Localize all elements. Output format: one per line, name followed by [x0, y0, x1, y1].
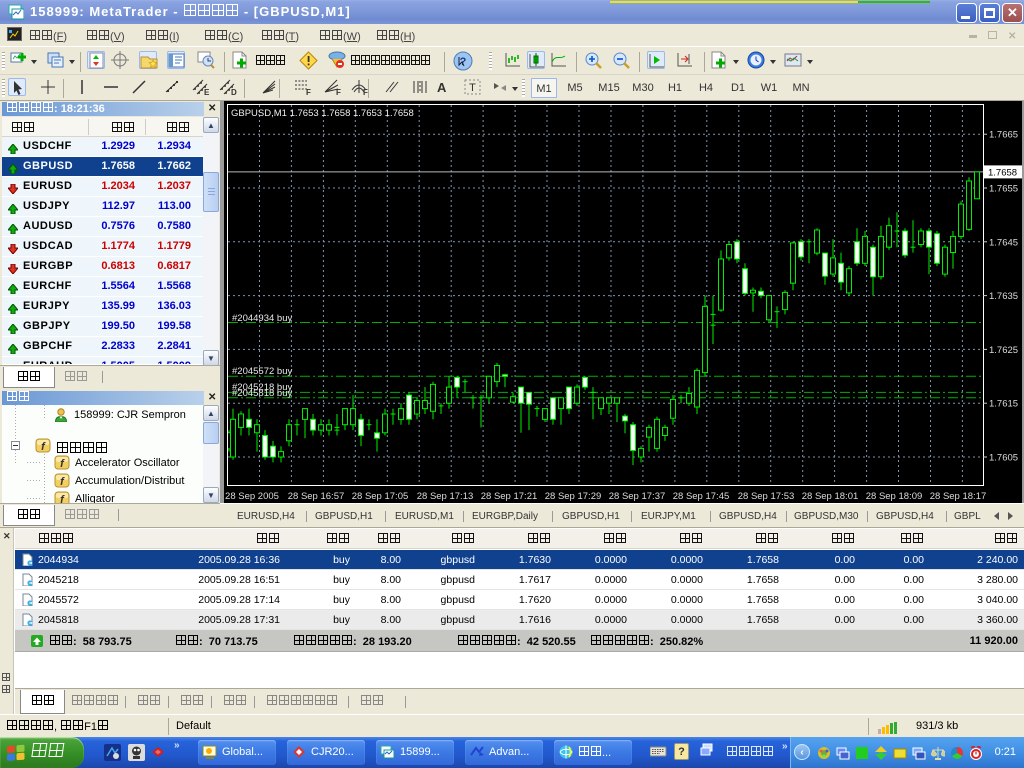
- svg-text:#2044934 buy: #2044934 buy: [232, 313, 292, 324]
- svg-text:?: ?: [460, 56, 467, 68]
- svg-text:28 Sep 18:17: 28 Sep 18:17: [930, 491, 987, 502]
- svg-text:E: E: [204, 88, 210, 96]
- svg-text:28 Sep 2005: 28 Sep 2005: [225, 491, 279, 502]
- svg-text:28 Sep 16:57: 28 Sep 16:57: [288, 491, 345, 502]
- svg-text:28 Sep 17:05: 28 Sep 17:05: [352, 491, 409, 502]
- svg-text:28 Sep 17:53: 28 Sep 17:53: [738, 491, 795, 502]
- svg-text:D: D: [231, 88, 237, 96]
- svg-text:F: F: [336, 88, 341, 96]
- svg-text:28 Sep 17:29: 28 Sep 17:29: [545, 491, 602, 502]
- svg-text:GBPUSD,M1 1.7653 1.7658 1.765: GBPUSD,M1 1.7653 1.7658 1.7653 1.7658: [231, 108, 414, 119]
- svg-text:1.7635: 1.7635: [989, 291, 1018, 302]
- svg-text:28 Sep 17:13: 28 Sep 17:13: [417, 491, 474, 502]
- svg-text:1.7625: 1.7625: [989, 345, 1018, 356]
- svg-text:1.7655: 1.7655: [989, 184, 1018, 195]
- svg-text:T: T: [469, 82, 476, 94]
- svg-text:#2045572 buy: #2045572 buy: [232, 366, 292, 377]
- svg-text:1.7658: 1.7658: [988, 167, 1017, 178]
- svg-text:1.7645: 1.7645: [989, 237, 1018, 248]
- svg-text:#2045818 buy: #2045818 buy: [232, 388, 292, 399]
- svg-text:28 Sep 18:09: 28 Sep 18:09: [866, 491, 923, 502]
- svg-text:F: F: [306, 88, 311, 96]
- svg-text:1.7665: 1.7665: [989, 130, 1018, 141]
- svg-text:1.7615: 1.7615: [989, 399, 1018, 410]
- svg-text:28 Sep 17:45: 28 Sep 17:45: [673, 491, 730, 502]
- svg-text:28 Sep 17:37: 28 Sep 17:37: [609, 491, 666, 502]
- svg-text:1.7605: 1.7605: [989, 453, 1018, 464]
- svg-text:28 Sep 17:21: 28 Sep 17:21: [481, 491, 538, 502]
- svg-text:28 Sep 18:01: 28 Sep 18:01: [802, 491, 859, 502]
